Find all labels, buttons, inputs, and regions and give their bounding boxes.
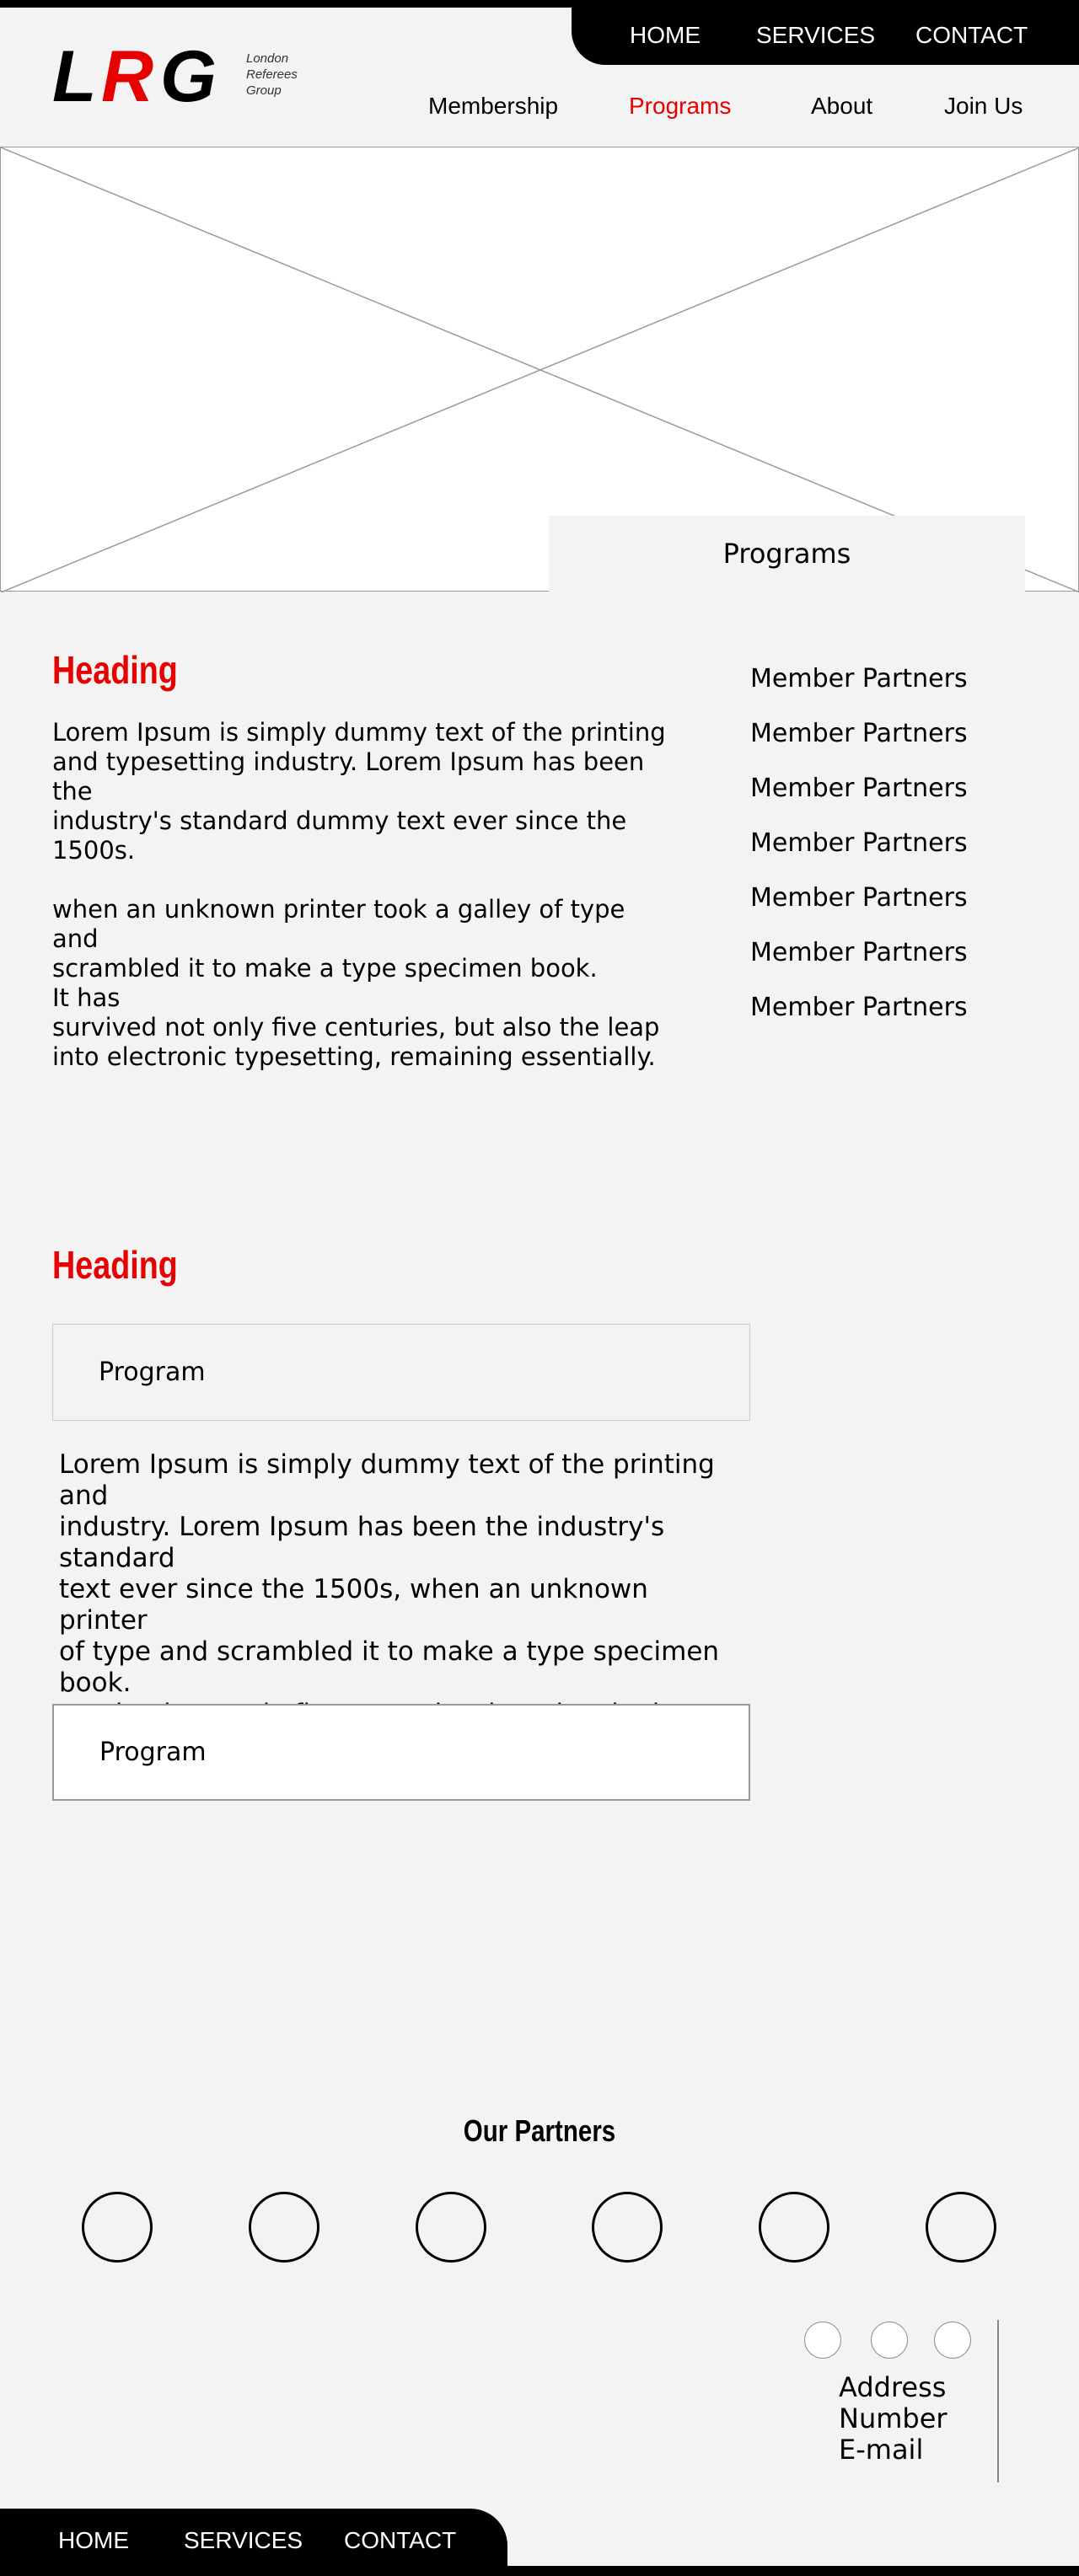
- svg-text:G: G: [160, 42, 217, 110]
- sidebar-item-member-partners[interactable]: Member Partners: [750, 935, 968, 989]
- section2-heading: Heading: [52, 1243, 178, 1287]
- contact-number: Number: [839, 2402, 947, 2434]
- social-icon[interactable]: [871, 2322, 908, 2359]
- partners-section: Our Partners: [0, 2084, 1079, 2576]
- partner-logo-circle[interactable]: [592, 2192, 663, 2263]
- sidebar-item-member-partners[interactable]: Member Partners: [750, 661, 968, 715]
- program-accordion-header-expanded[interactable]: Program: [52, 1324, 750, 1421]
- contact-address: Address: [839, 2371, 947, 2403]
- sidebar-item-member-partners[interactable]: Member Partners: [750, 825, 968, 880]
- partner-logo-circle[interactable]: [759, 2192, 829, 2263]
- contact-email: E-mail: [839, 2434, 924, 2466]
- nav-services[interactable]: SERVICES: [756, 22, 875, 49]
- program-accordion-header-collapsed[interactable]: Program: [52, 1704, 750, 1801]
- nav-membership[interactable]: Membership: [428, 93, 558, 120]
- top-nav: HOME SERVICES CONTACT: [572, 0, 1079, 65]
- partner-logo-circle[interactable]: [249, 2192, 319, 2263]
- svg-text:L: L: [52, 42, 97, 110]
- lrg-logo[interactable]: L R G: [52, 42, 238, 110]
- social-icon[interactable]: [934, 2322, 971, 2359]
- programs-tab: Programs: [549, 516, 1025, 592]
- section1-heading: Heading: [52, 648, 178, 692]
- sidebar: Member Partners Member Partners Member P…: [684, 592, 1025, 1106]
- sidebar-item-member-partners[interactable]: Member Partners: [750, 880, 968, 935]
- contact-divider: [997, 2320, 999, 2482]
- contact-info: Address Number E-mail: [839, 2372, 947, 2466]
- partners-title: Our Partners: [463, 2113, 616, 2148]
- partner-logo-circle[interactable]: [926, 2192, 996, 2263]
- logo-subtitle: London Referees Group: [246, 51, 298, 98]
- sidebar-item-member-partners[interactable]: Member Partners: [750, 989, 968, 1044]
- partner-logo-circle[interactable]: [82, 2192, 153, 2263]
- social-icon[interactable]: [804, 2322, 841, 2359]
- sidebar-item-member-partners[interactable]: Member Partners: [750, 770, 968, 825]
- sidebar-item-member-partners[interactable]: Member Partners: [750, 715, 968, 770]
- footer-nav-services[interactable]: SERVICES: [184, 2527, 303, 2554]
- nav-about[interactable]: About: [811, 93, 872, 120]
- nav-contact[interactable]: CONTACT: [915, 22, 1028, 49]
- nav-home[interactable]: HOME: [630, 22, 701, 49]
- footer-nav-home[interactable]: HOME: [58, 2527, 129, 2554]
- nav-join-us[interactable]: Join Us: [944, 93, 1023, 120]
- footer-nav: HOME SERVICES CONTACT: [0, 2509, 507, 2576]
- partner-logo-circle[interactable]: [416, 2192, 486, 2263]
- svg-text:R: R: [101, 42, 153, 110]
- section1-body: Lorem Ipsum is simply dummy text of the …: [52, 718, 666, 1071]
- footer-nav-contact[interactable]: CONTACT: [344, 2527, 456, 2554]
- nav-programs-active[interactable]: Programs: [629, 93, 731, 120]
- program-accordion-body: Lorem Ipsum is simply dummy text of the …: [52, 1421, 750, 1791]
